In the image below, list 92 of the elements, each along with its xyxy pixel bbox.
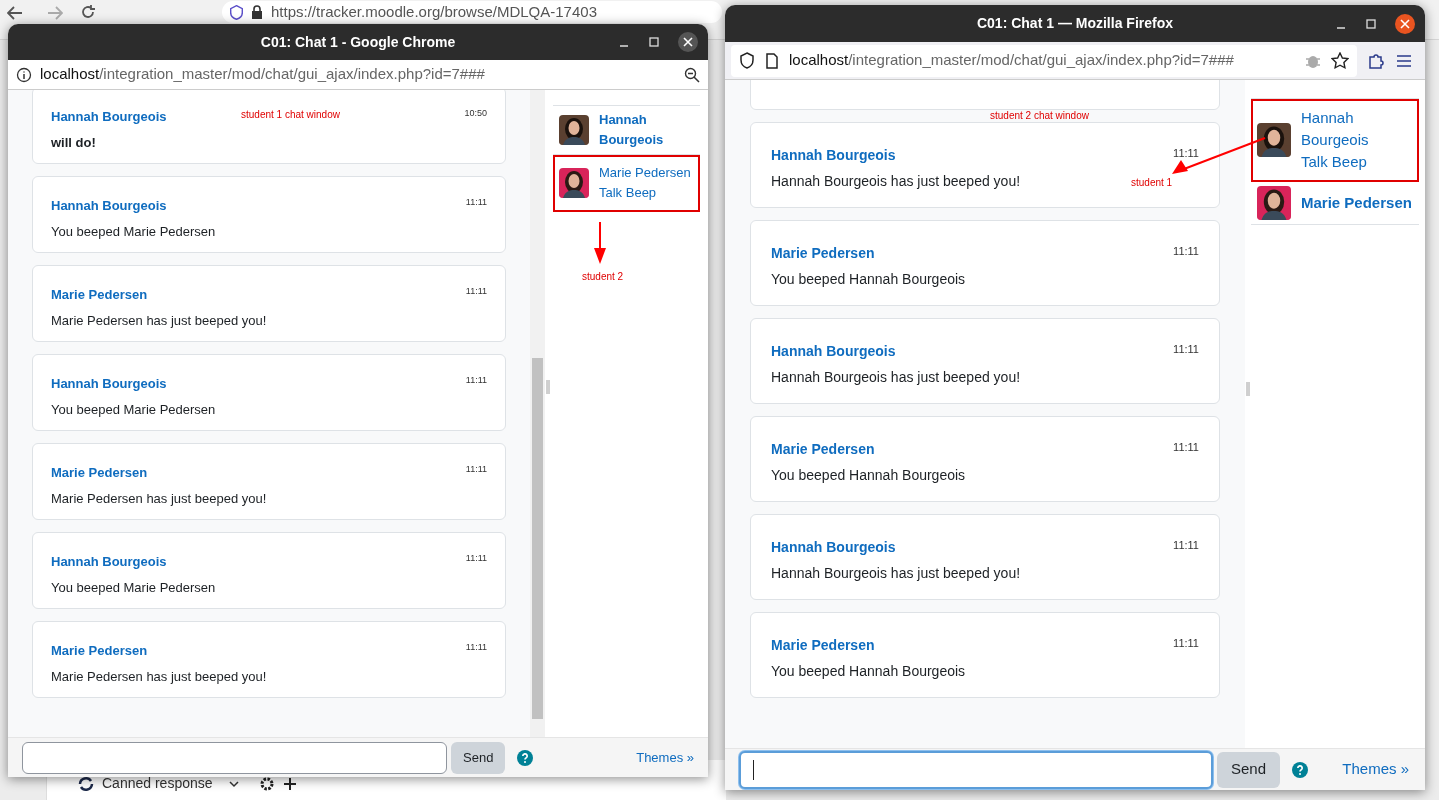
menu-icon[interactable]	[1395, 52, 1413, 69]
message-text: Hannah Bourgeois has just beeped you!	[771, 368, 1021, 387]
sender-name[interactable]: Marie Pedersen	[771, 439, 875, 460]
shield-icon	[230, 4, 243, 20]
message-time: 10:50	[464, 107, 487, 120]
message-time: 11:11	[465, 285, 487, 298]
help-icon[interactable]	[1292, 761, 1309, 778]
user-list-item[interactable]: Marie Pedersen	[1251, 182, 1419, 225]
reload-icon[interactable]	[80, 4, 96, 20]
sender-name[interactable]: Marie Pedersen	[51, 285, 148, 305]
message-time: 11:11	[1173, 146, 1199, 161]
back-icon[interactable]	[7, 6, 23, 20]
sender-name[interactable]: Marie Pedersen	[771, 243, 875, 264]
user-name[interactable]: Hannah Bourgeois	[599, 110, 694, 150]
message-text: will do!	[51, 133, 96, 152]
message-time: 11:11	[1173, 244, 1199, 259]
sender-name[interactable]: Hannah Bourgeois	[771, 537, 896, 558]
maximize-button[interactable]	[648, 36, 660, 48]
address-bar[interactable]: localhost/integration_master/mod/chat/gui_ajax/index.php?id=7###	[731, 44, 1357, 77]
message-time: 11:11	[465, 374, 487, 387]
sender-name[interactable]: Hannah Bourgeois	[771, 341, 896, 362]
sender-name[interactable]: Marie Pedersen	[771, 635, 875, 656]
message-time: 11:11	[1173, 440, 1199, 455]
message-text: Hannah Bourgeois has just beeped you!	[771, 564, 1021, 583]
toolbar-label[interactable]: Canned response	[102, 773, 213, 794]
message-time: 11:11	[465, 463, 487, 476]
message-text: Marie Pedersen has just beeped you!	[51, 489, 267, 508]
resize-handle-icon[interactable]	[1246, 382, 1250, 396]
plus-icon[interactable]	[282, 776, 297, 791]
beep-link[interactable]: Talk Beep	[1301, 151, 1413, 173]
window-title: C01: Chat 1 - Google Chrome	[260, 32, 456, 52]
message-input[interactable]	[22, 741, 447, 774]
annotation-label: student 2 chat window	[990, 109, 1089, 123]
star-icon[interactable]	[1331, 51, 1349, 70]
message-text: Hannah Bourgeois has just beeped you!	[771, 172, 1021, 191]
url-text: https://tracker.moodle.org/browse/MDLQA-17403	[271, 3, 597, 21]
message-time: 11:11	[465, 552, 487, 565]
address-bar[interactable]: localhost/integration_master/mod/chat/gui_ajax/index.php?id=7###	[8, 60, 708, 90]
message-time: 11:11	[1173, 342, 1199, 357]
resize-handle-icon[interactable]	[546, 380, 550, 394]
user-list-item[interactable]: Hannah Bourgeois Talk Beep	[1251, 99, 1419, 182]
user-list-item[interactable]: Marie Pedersen Talk Beep	[553, 155, 700, 212]
info-icon[interactable]	[16, 66, 32, 83]
extensions-icon[interactable]	[1367, 51, 1385, 70]
lock-icon	[251, 5, 263, 19]
message-text: You beeped Hannah Bourgeois	[771, 270, 966, 289]
chevron-icon[interactable]	[228, 779, 239, 788]
url-text: localhost/integration_master/mod/chat/gui_ajax/index.php?id=7###	[789, 50, 1234, 71]
user-name[interactable]: Marie Pedersen	[599, 163, 691, 183]
user-list-item[interactable]: Hannah Bourgeois	[553, 106, 700, 155]
send-button[interactable]: Send	[1217, 751, 1281, 788]
message-text: Marie Pedersen has just beeped you!	[51, 311, 267, 330]
window-title: C01: Chat 1 — Mozilla Firefox	[976, 14, 1173, 33]
beep-link[interactable]: Talk Beep	[599, 183, 691, 203]
themes-link[interactable]: Themes »	[636, 747, 694, 768]
scrollbar-thumb[interactable]	[532, 358, 543, 719]
url-text: localhost/integration_master/mod/chat/gui_ajax/index.php?id=7###	[40, 64, 485, 85]
canned-response-icon	[78, 775, 94, 792]
zoom-out-icon[interactable]	[684, 66, 700, 83]
close-button[interactable]	[678, 32, 698, 52]
page-icon[interactable]	[765, 52, 779, 69]
shield-icon[interactable]	[739, 51, 755, 70]
sender-name[interactable]: Hannah Bourgeois	[51, 196, 167, 216]
message-text: Marie Pedersen has just beeped you!	[51, 667, 267, 686]
maximize-button[interactable]	[1365, 17, 1377, 30]
sender-name[interactable]: Hannah Bourgeois	[51, 552, 167, 572]
help-icon[interactable]	[517, 749, 534, 766]
annotation-label: student 1	[1131, 176, 1173, 190]
annotation-label: student 2	[582, 270, 624, 284]
themes-link[interactable]: Themes »	[1342, 758, 1409, 781]
sender-name[interactable]: Marie Pedersen	[51, 463, 148, 483]
address-field[interactable]: https://tracker.moodle.org/browse/MDLQA-17403	[222, 1, 722, 23]
send-button[interactable]: Send	[451, 741, 506, 774]
message-time: 11:11	[465, 641, 487, 654]
message-text: You beeped Marie Pedersen	[51, 400, 216, 419]
message-time: 11:11	[1173, 538, 1199, 553]
sender-name[interactable]: Marie Pedersen	[51, 641, 148, 661]
message-input[interactable]	[739, 750, 1213, 789]
annotation-label: student 1 chat window	[241, 108, 340, 122]
sender-name[interactable]: Hannah Bourgeois	[771, 145, 896, 166]
message-text: You beeped Hannah Bourgeois	[771, 662, 966, 681]
sender-name[interactable]: Hannah Bourgeois	[51, 107, 167, 127]
sender-name[interactable]: Hannah Bourgeois	[51, 374, 167, 394]
message-time: 11:11	[1173, 636, 1199, 651]
message-text: You beeped Marie Pedersen	[51, 578, 216, 597]
gear-icon[interactable]	[258, 775, 275, 792]
message-text: You beeped Marie Pedersen	[51, 222, 216, 241]
message-time: 11:11	[465, 196, 487, 209]
message-text: You beeped Hannah Bourgeois	[771, 466, 966, 485]
user-name[interactable]: Hannah Bourgeois	[1301, 107, 1413, 151]
user-name[interactable]: Marie Pedersen	[1301, 192, 1412, 214]
close-button[interactable]	[1395, 13, 1415, 34]
